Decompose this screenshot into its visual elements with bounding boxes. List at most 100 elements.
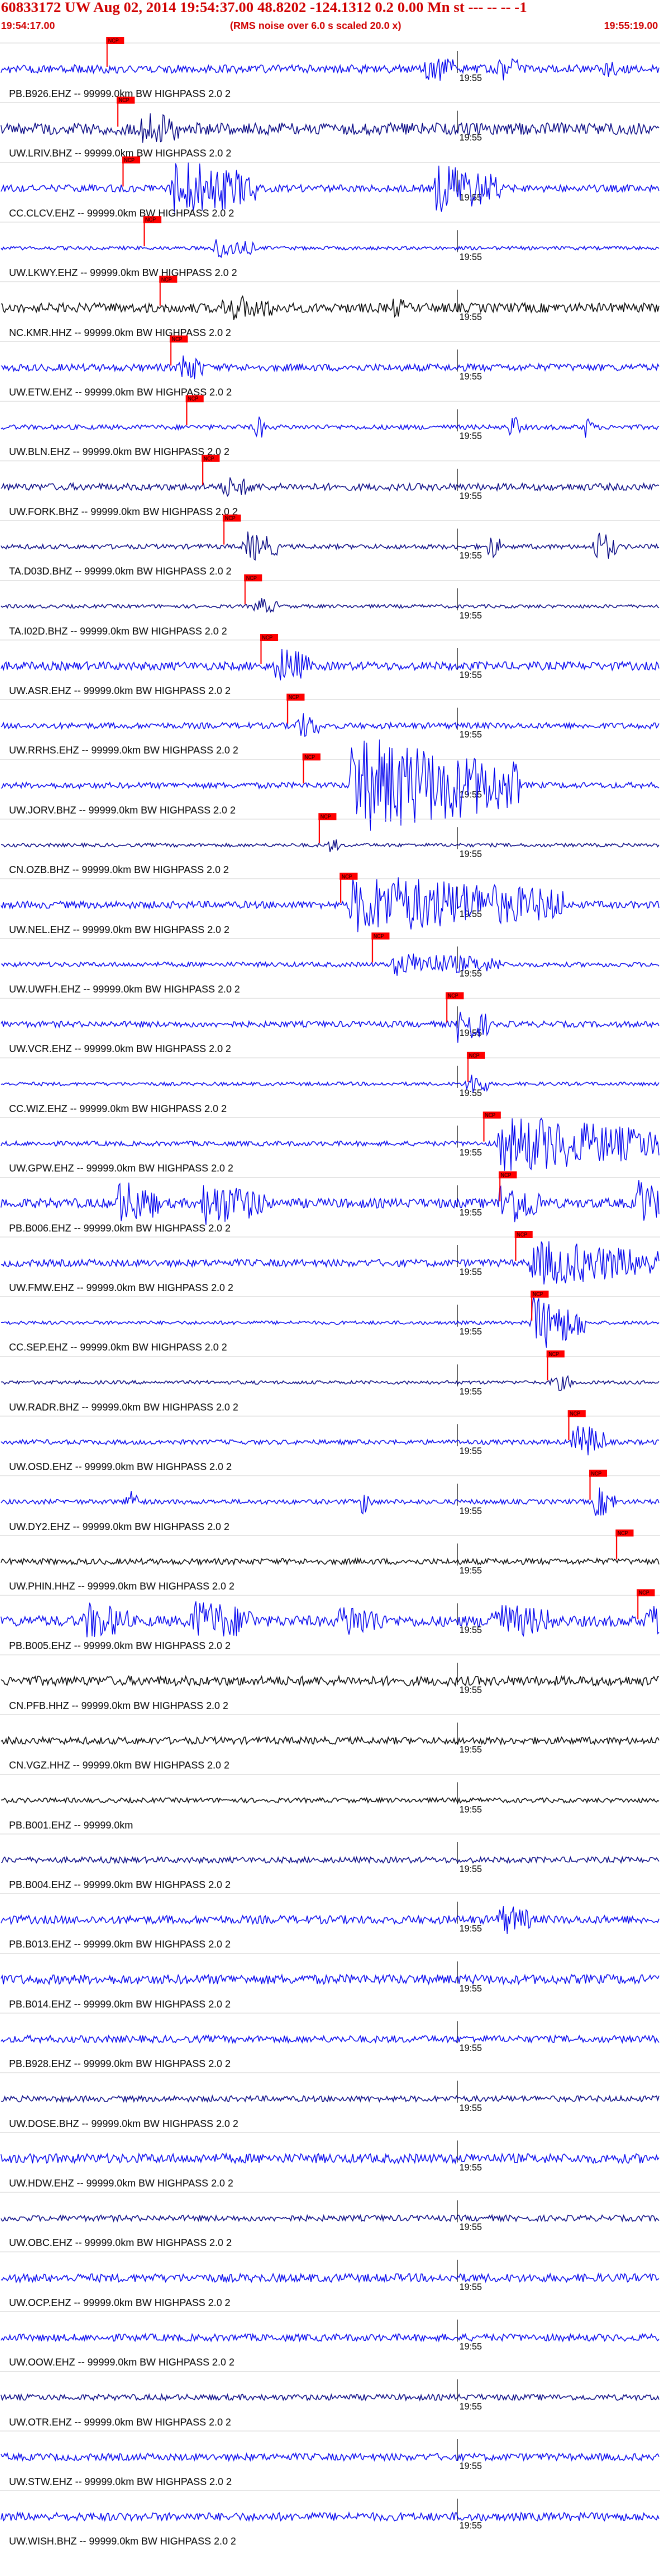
trace-label: UW.HDW.EHZ -- 99999.0km BW HIGHPASS 2.0 …	[9, 2179, 234, 2190]
trace-waveform	[0, 597, 660, 614]
pick-marker-label: NCP	[246, 576, 257, 582]
trace-label: TA.I02D.BHZ -- 99999.0km BW HIGHPASS 2.0…	[9, 626, 227, 637]
minute-tick-label: 19:55	[459, 2342, 482, 2352]
trace-waveform	[0, 1425, 660, 1456]
trace-waveform	[0, 1179, 660, 1225]
rms-noise-note: (RMS noise over 6.0 s scaled 20.0 x)	[230, 21, 402, 32]
pick-marker-label: NCP	[448, 994, 459, 1000]
trace-waveform	[0, 1074, 660, 1093]
pick-marker-label: NCP	[549, 1352, 560, 1358]
trace-label: CN.PFB.HHZ -- 99999.0km BW HIGHPASS 2.0 …	[9, 1701, 229, 1712]
trace-waveform	[0, 1557, 660, 1566]
trace-label: PB.B014.EHZ -- 99999.0km BW HIGHPASS 2.0…	[9, 1999, 231, 2010]
trace-label: PB.B013.EHZ -- 99999.0km BW HIGHPASS 2.0…	[9, 1940, 231, 1951]
pick-marker-label: NCP	[188, 397, 199, 403]
trace-waveform	[0, 477, 660, 498]
minute-tick-label: 19:55	[459, 2163, 482, 2173]
minute-tick-label: 19:55	[459, 1148, 482, 1158]
trace-waveform	[0, 713, 660, 737]
trace-waveform	[0, 416, 660, 438]
minute-tick-label: 19:55	[459, 551, 482, 561]
pick-marker-label: NCP	[639, 1591, 650, 1597]
trace-label: CN.VGZ.HHZ -- 99999.0km BW HIGHPASS 2.0 …	[9, 1761, 230, 1772]
trace-waveform	[0, 2094, 660, 2104]
minute-tick-label: 19:55	[459, 1864, 482, 1874]
pick-marker-label: NCP	[320, 815, 331, 821]
trace-label: UW.OBC.EHZ -- 99999.0km BW HIGHPASS 2.0 …	[9, 2238, 232, 2249]
trace-label: PB.B928.EHZ -- 99999.0km BW HIGHPASS 2.0…	[9, 2059, 231, 2070]
pick-marker-label: NCP	[591, 1471, 602, 1477]
trace-label: UW.VCR.EHZ -- 99999.0km BW HIGHPASS 2.0 …	[9, 1044, 232, 1055]
trace-waveform	[0, 294, 660, 320]
trace-label: CC.SEP.EHZ -- 99999.0km BW HIGHPASS 2.0 …	[9, 1343, 227, 1354]
trace-label: NC.KMR.HHZ -- 99999.0km BW HIGHPASS 2.0 …	[9, 328, 232, 339]
minute-tick-label: 19:55	[459, 1983, 482, 1993]
minute-tick-label: 19:55	[459, 2222, 482, 2232]
trace-waveform	[0, 2511, 660, 2522]
trace-waveform	[0, 1011, 660, 1043]
minute-tick-label: 19:55	[459, 252, 482, 262]
trace-label: UW.LKWY.EHZ -- 99999.0km BW HIGHPASS 2.0…	[9, 268, 237, 279]
minute-tick-label: 19:55	[459, 2103, 482, 2113]
trace-label: PB.B005.EHZ -- 99999.0km BW HIGHPASS 2.0…	[9, 1641, 231, 1652]
pick-marker-label: NCP	[485, 1113, 496, 1119]
minute-tick-label: 19:55	[459, 1924, 482, 1934]
pick-marker-label: NCP	[469, 1053, 480, 1059]
pick-marker-label: NCP	[570, 1412, 581, 1418]
pick-marker-label: NCP	[533, 1292, 544, 1298]
pick-marker-label: NCP	[145, 218, 156, 224]
trace-label: TA.D03D.BHZ -- 99999.0km BW HIGHPASS 2.0…	[9, 567, 232, 578]
trace-label: UW.DOSE.BHZ -- 99999.0km BW HIGHPASS 2.0…	[9, 2119, 239, 2130]
pick-marker-label: NCP	[373, 934, 384, 940]
trace-waveform	[0, 1735, 660, 1746]
window-end-time: 19:55:19.00	[604, 21, 658, 32]
minute-tick-label: 19:55	[459, 1327, 482, 1337]
trace-label: UW.BLN.EHZ -- 99999.0km BW HIGHPASS 2.0 …	[9, 447, 230, 458]
trace-waveform	[0, 113, 660, 143]
pick-marker-label: NCP	[172, 337, 183, 343]
pick-marker-label: NCP	[119, 98, 130, 104]
minute-tick-label: 19:55	[459, 431, 482, 441]
trace-waveform	[0, 2152, 660, 2165]
minute-tick-label: 19:55	[459, 1267, 482, 1277]
minute-tick-label: 19:55	[459, 2282, 482, 2292]
trace-label: UW.RRHS.EHZ -- 99999.0km BW HIGHPASS 2.0…	[9, 746, 239, 757]
trace-waveform	[0, 355, 660, 380]
minute-tick-label: 19:55	[459, 491, 482, 501]
trace-label: UW.RADR.BHZ -- 99999.0km BW HIGHPASS 2.0…	[9, 1402, 239, 1413]
minute-tick-label: 19:55	[459, 730, 482, 740]
trace-waveform	[0, 839, 660, 853]
pick-marker-label: NCP	[161, 277, 172, 283]
trace-waveform	[0, 2332, 660, 2343]
trace-label: CN.OZB.BHZ -- 99999.0km BW HIGHPASS 2.0 …	[9, 865, 229, 876]
trace-label: UW.OOW.EHZ -- 99999.0km BW HIGHPASS 2.0 …	[9, 2358, 235, 2369]
minute-tick-label: 19:55	[459, 1745, 482, 1755]
trace-label: UW.LRIV.BHZ -- 99999.0km BW HIGHPASS 2.0…	[9, 149, 232, 160]
event-title: 60833172 UW Aug 02, 2014 19:54:37.00 48.…	[1, 0, 527, 16]
pick-marker-label: NCP	[204, 456, 215, 462]
trace-label: UW.FORK.BHZ -- 99999.0km BW HIGHPASS 2.0…	[9, 507, 238, 518]
trace-label: UW.UWFH.EHZ -- 99999.0km BW HIGHPASS 2.0…	[9, 985, 240, 996]
trace-label: UW.OTR.EHZ -- 99999.0km BW HIGHPASS 2.0 …	[9, 2417, 232, 2428]
trace-waveform	[0, 1855, 660, 1865]
minute-tick-label: 19:55	[459, 1386, 482, 1396]
record-header: 60833172 UW Aug 02, 2014 19:54:37.00 48.…	[0, 0, 660, 36]
minute-tick-label: 19:55	[459, 1207, 482, 1217]
minute-tick-label: 19:55	[459, 610, 482, 620]
trace-label: UW.NEL.EHZ -- 99999.0km BW HIGHPASS 2.0 …	[9, 925, 230, 936]
trace-waveform	[0, 58, 660, 81]
trace-label: UW.GPW.EHZ -- 99999.0km BW HIGHPASS 2.0 …	[9, 1164, 234, 1175]
trace-waveform	[0, 239, 660, 259]
minute-tick-label: 19:55	[459, 670, 482, 680]
minute-tick-label: 19:55	[459, 1446, 482, 1456]
minute-tick-label: 19:55	[459, 312, 482, 322]
pick-marker-label: NCP	[225, 516, 236, 522]
trace-label: UW.JORV.BHZ -- 99999.0km BW HIGHPASS 2.0…	[9, 805, 236, 816]
pick-marker-label: NCP	[501, 1173, 512, 1179]
trace-waveform	[0, 1674, 660, 1688]
minute-tick-label: 19:55	[459, 1804, 482, 1814]
minute-tick-label: 19:55	[459, 133, 482, 143]
trace-label: UW.WISH.BHZ -- 99999.0km BW HIGHPASS 2.0…	[9, 2537, 237, 2548]
trace-waveform	[0, 953, 660, 976]
trace-waveform	[0, 162, 660, 213]
